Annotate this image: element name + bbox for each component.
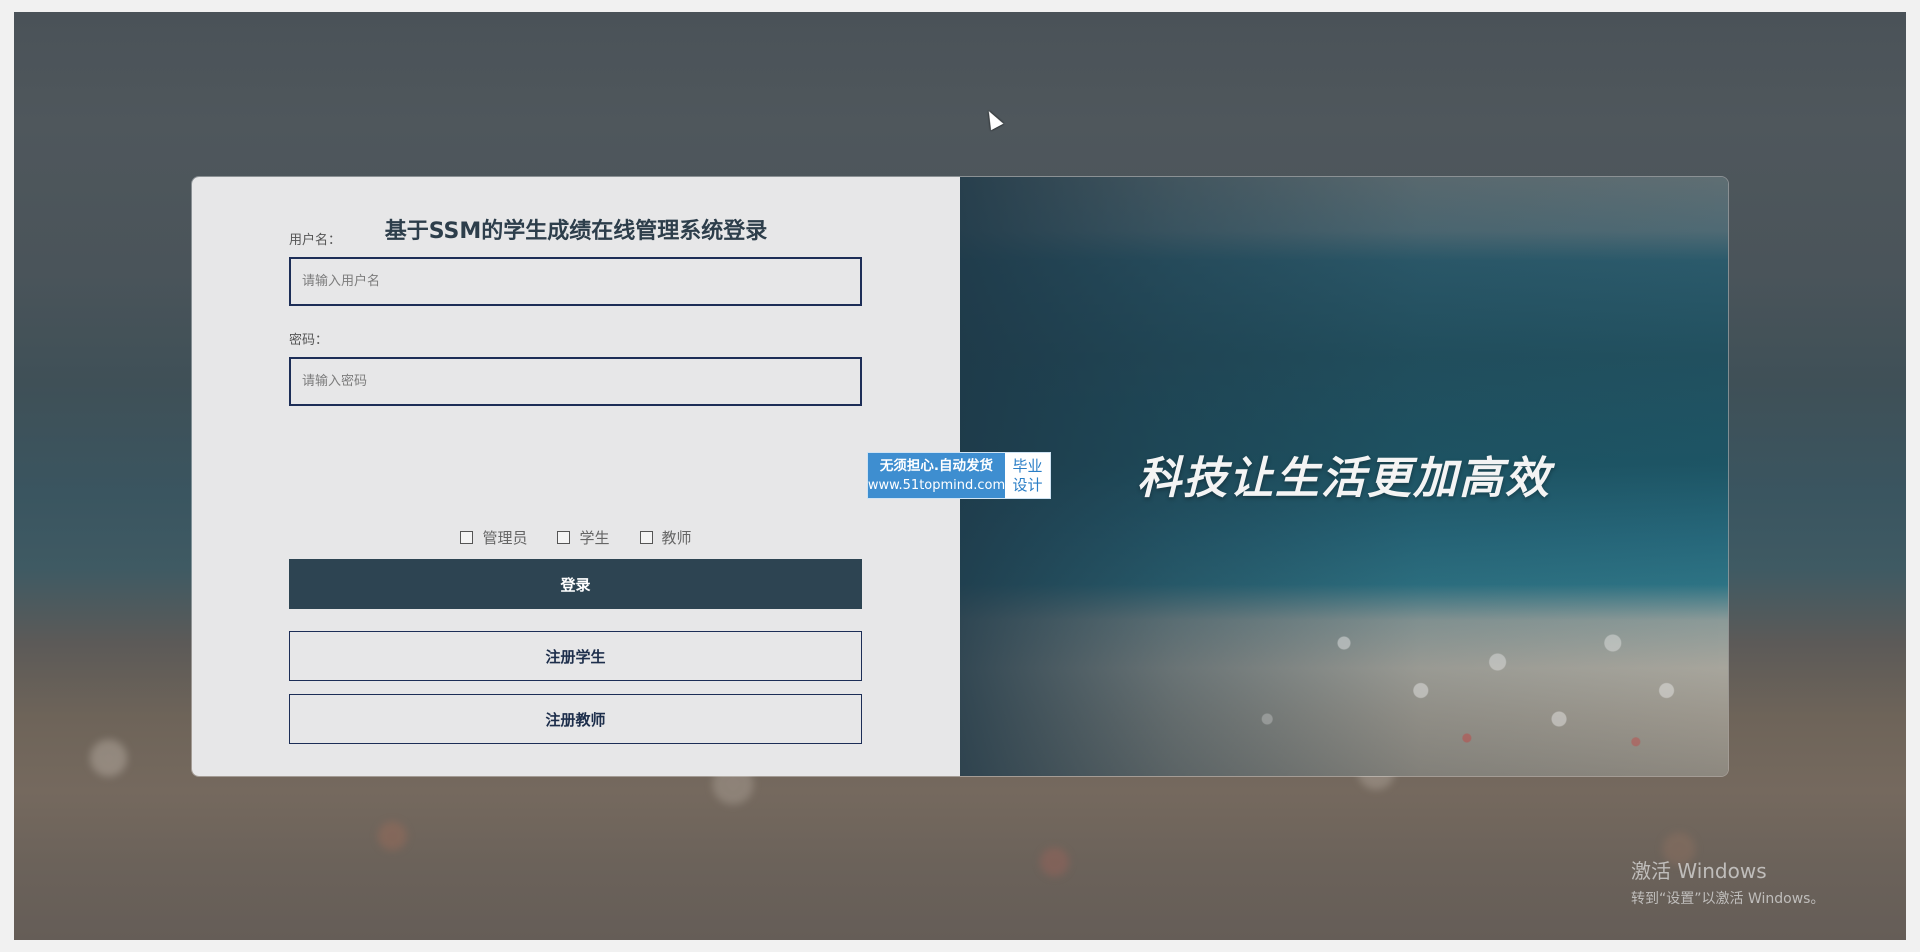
role-selector: 管理员 学生 教师: [192, 527, 960, 548]
role-student[interactable]: 学生: [557, 527, 610, 548]
hero-panel: 科技让生活更加高效: [960, 177, 1728, 776]
login-button[interactable]: 登录: [289, 559, 862, 609]
role-teacher-checkbox[interactable]: [639, 531, 653, 544]
register-teacher-button[interactable]: 注册教师: [289, 694, 862, 744]
register-student-button[interactable]: 注册学生: [289, 631, 862, 681]
username-input[interactable]: [289, 257, 862, 306]
role-teacher[interactable]: 教师: [639, 527, 692, 548]
ad-line2: www.51topmind.com: [867, 477, 1006, 493]
role-admin-label: 管理员: [482, 529, 528, 547]
hero-slogan: 科技让生活更加高效: [1137, 453, 1551, 504]
ad-badge-text: 无须担心.自动发货 www.51topmind.com: [868, 453, 1005, 498]
role-student-label: 学生: [579, 529, 610, 547]
role-admin[interactable]: 管理员: [460, 527, 527, 548]
windows-activation-watermark: 激活 Windows 转到“设置”以激活 Windows。: [1631, 855, 1824, 908]
role-admin-checkbox[interactable]: [460, 531, 474, 544]
username-label: 用户名：: [289, 233, 342, 248]
ad-badge-tag: 毕业 设计: [1005, 453, 1050, 498]
watermark-line2: 转到“设置”以激活 Windows。: [1631, 891, 1825, 907]
ad-right2: 设计: [1012, 475, 1043, 494]
role-student-checkbox[interactable]: [557, 531, 571, 544]
password-label: 密码：: [289, 333, 329, 348]
role-teacher-label: 教师: [661, 529, 692, 547]
ad-right1: 毕业: [1012, 456, 1043, 475]
beach-umbrellas: [960, 586, 1728, 776]
ad-badge[interactable]: 无须担心.自动发货 www.51topmind.com 毕业 设计: [867, 452, 1051, 499]
password-input[interactable]: [289, 357, 862, 406]
login-form-panel: 基于SSM的学生成绩在线管理系统登录 用户名： 密码： 管理员 学生 教师 登录…: [192, 177, 960, 776]
ad-line1: 无须担心.自动发货: [879, 457, 994, 474]
watermark-line1: 激活 Windows: [1631, 859, 1767, 883]
